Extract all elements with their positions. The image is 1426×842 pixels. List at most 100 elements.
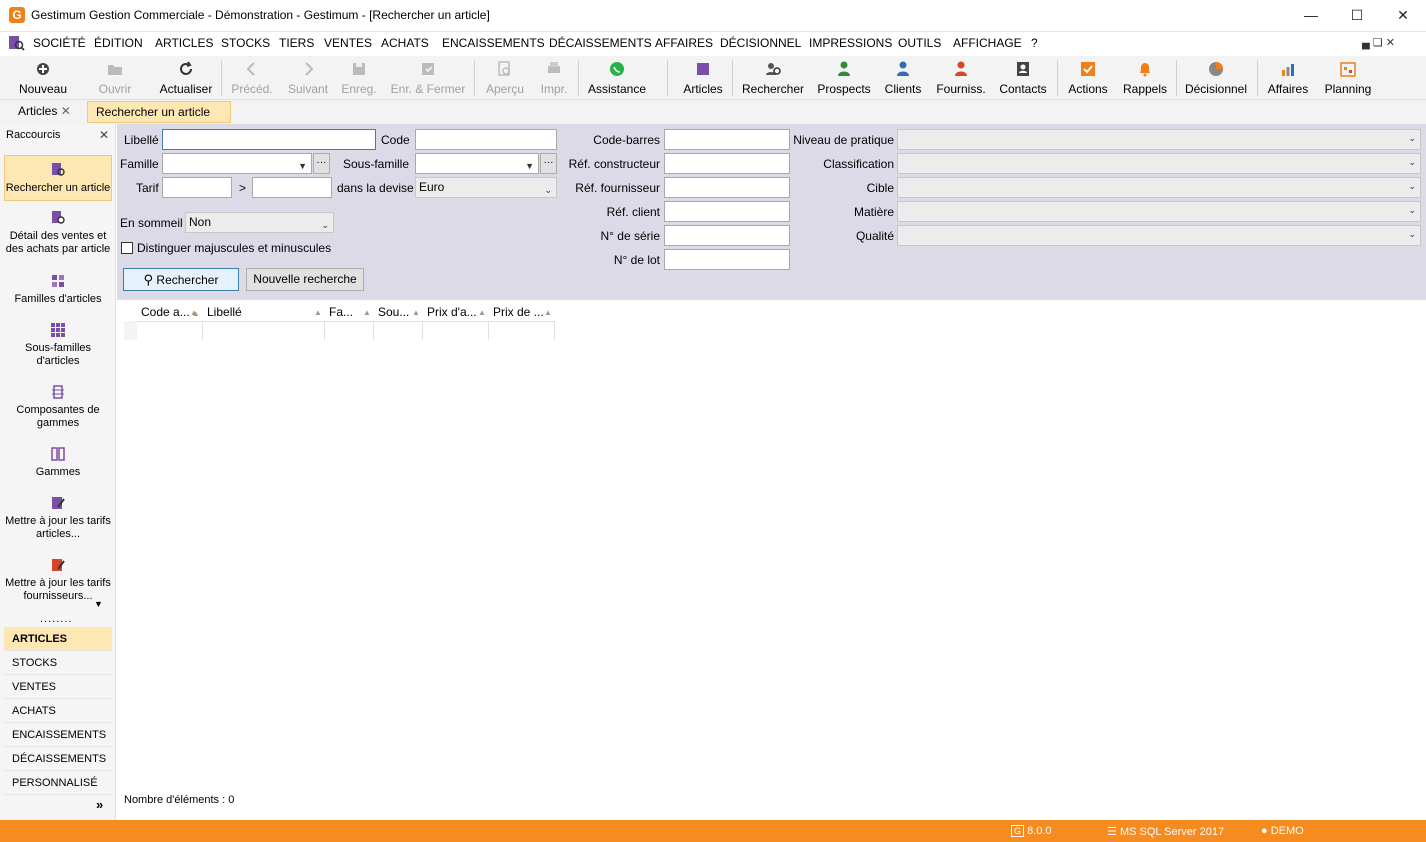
tarif-max-input[interactable]: [252, 177, 332, 198]
menu-help[interactable]: ?: [1031, 36, 1038, 50]
menu-encaissements[interactable]: ENCAISSEMENTS: [442, 36, 545, 50]
menu-achats[interactable]: ACHATS: [381, 36, 429, 50]
menu-edition[interactable]: ÉDITION: [94, 36, 143, 50]
libelle-input[interactable]: [162, 129, 376, 150]
cible-select[interactable]: ⌄: [897, 177, 1421, 198]
window-title: Gestimum Gestion Commerciale - Démonstra…: [31, 8, 490, 22]
tarif-min-input[interactable]: [162, 177, 232, 198]
nav-personnalise[interactable]: PERSONNALISÉ: [4, 771, 112, 795]
tarif-label: Tarif: [136, 181, 159, 195]
planning-button[interactable]: Planning: [1320, 58, 1376, 98]
fournisseurs-button[interactable]: Fourniss.: [934, 58, 988, 98]
enregistrer-button[interactable]: Enreg.: [338, 58, 380, 98]
articles-button[interactable]: Articles: [680, 58, 726, 98]
num-serie-input[interactable]: [664, 225, 790, 246]
menu-tiers[interactable]: TIERS: [279, 36, 314, 50]
supplier-person-icon: [955, 61, 967, 76]
shortcut-maj-tarifs-fournisseurs[interactable]: Mettre à jour les tarifs fournisseurs...: [4, 557, 112, 603]
clients-button[interactable]: Clients: [880, 58, 926, 98]
nav-decaissements[interactable]: DÉCAISSEMENTS: [4, 747, 112, 771]
tab-articles[interactable]: Articles ✕: [10, 101, 84, 123]
rappels-button[interactable]: Rappels: [1120, 58, 1170, 98]
menu-decaissements[interactable]: DÉCAISSEMENTS: [549, 36, 652, 50]
scroll-down-icon[interactable]: ▼: [94, 599, 103, 609]
niveau-pratique-select[interactable]: ⌄: [897, 129, 1421, 150]
imprimer-button[interactable]: Impr.: [534, 58, 574, 98]
filter-row[interactable]: [124, 321, 555, 340]
maximize-button[interactable]: ☐: [1334, 0, 1380, 32]
code-input[interactable]: [415, 129, 557, 150]
ref-fournisseur-input[interactable]: [664, 177, 790, 198]
num-lot-input[interactable]: [664, 249, 790, 270]
nav-ventes[interactable]: VENTES: [4, 675, 112, 699]
affaires-button[interactable]: Affaires: [1264, 58, 1312, 98]
enregistrer-fermer-button[interactable]: Enr. & Fermer: [388, 58, 468, 98]
nav-stocks[interactable]: STOCKS: [4, 651, 112, 675]
chevron-down-icon: ▼: [525, 161, 534, 171]
ouvrir-button[interactable]: Ouvrir: [90, 58, 140, 98]
column-header-libelle[interactable]: Libellé: [203, 303, 325, 321]
nav-achats[interactable]: ACHATS: [4, 699, 112, 723]
menu-impressions[interactable]: IMPRESSIONS: [809, 36, 892, 50]
assistance-button[interactable]: Assistance: [584, 58, 650, 98]
contacts-button[interactable]: Contacts: [996, 58, 1050, 98]
menu-affichage[interactable]: AFFICHAGE: [953, 36, 1022, 50]
close-icon[interactable]: ✕: [99, 128, 109, 142]
menu-outils[interactable]: OUTILS: [898, 36, 941, 50]
suivant-button[interactable]: Suivant: [284, 58, 332, 98]
chevron-down-icon: ▼: [298, 161, 307, 171]
nouvelle-recherche-button[interactable]: Nouvelle recherche: [246, 268, 364, 291]
distinguer-checkbox[interactable]: [121, 242, 133, 254]
shortcut-detail-ventes-achats[interactable]: Détail des ventes et des achats par arti…: [4, 210, 112, 256]
splitter-dots[interactable]: ........: [40, 613, 72, 625]
results-grid[interactable]: [120, 300, 1418, 812]
shortcut-composantes-gammes[interactable]: Composantes de gammes: [4, 384, 112, 430]
actualiser-button[interactable]: Actualiser: [156, 58, 216, 98]
client-person-icon: [897, 61, 909, 76]
actions-button[interactable]: Actions: [1064, 58, 1112, 98]
qualite-select[interactable]: ⌄: [897, 225, 1421, 246]
mdi-controls[interactable]: ▄ ❏ ✕: [1362, 36, 1395, 49]
classification-select[interactable]: ⌄: [897, 153, 1421, 174]
ref-client-input[interactable]: [664, 201, 790, 222]
nav-articles[interactable]: ARTICLES: [4, 627, 112, 651]
menu-societe[interactable]: SOCIÉTÉ: [33, 36, 86, 50]
apercu-button[interactable]: Aperçu: [482, 58, 528, 98]
close-tab-icon[interactable]: ✕: [61, 104, 71, 118]
expand-more-icon[interactable]: »: [96, 797, 103, 812]
prospects-button[interactable]: Prospects: [814, 58, 874, 98]
shortcut-rechercher-article[interactable]: Rechercher un article: [4, 155, 112, 201]
en-sommeil-select[interactable]: Non ⌄: [185, 212, 334, 233]
nouveau-button[interactable]: Nouveau: [12, 58, 74, 98]
rechercher-toolbar-button[interactable]: Rechercher: [740, 58, 806, 98]
folder-icon: [108, 65, 122, 75]
menu-stocks[interactable]: STOCKS: [221, 36, 270, 50]
rechercher-button[interactable]: ⚲ Rechercher: [123, 268, 239, 291]
precedent-button[interactable]: Précéd.: [228, 58, 276, 98]
shortcut-sous-familles[interactable]: Sous-familles d'articles: [4, 322, 112, 368]
famille-combo[interactable]: ▼: [162, 153, 312, 174]
decisionnel-button[interactable]: Décisionnel: [1182, 58, 1250, 98]
menu-affaires[interactable]: AFFAIRES: [655, 36, 713, 50]
shortcut-maj-tarifs-articles[interactable]: Mettre à jour les tarifs articles...: [4, 495, 112, 541]
minimize-button[interactable]: —: [1288, 0, 1334, 32]
menu-articles[interactable]: ARTICLES: [155, 36, 213, 50]
menu-ventes[interactable]: VENTES: [324, 36, 372, 50]
tab-rechercher-article[interactable]: Rechercher un article ✕: [87, 101, 231, 139]
shortcut-gammes[interactable]: Gammes: [4, 446, 112, 479]
nav-encaissements[interactable]: ENCAISSEMENTS: [4, 723, 112, 747]
chevron-right-icon: [305, 62, 314, 76]
sous-famille-combo[interactable]: ▼: [415, 153, 539, 174]
chevron-down-icon: ⌄: [1408, 205, 1416, 215]
code-barres-input[interactable]: [664, 129, 790, 150]
code-barres-label: Code-barres: [593, 133, 660, 147]
shortcut-familles-articles[interactable]: Familles d'articles: [4, 273, 112, 306]
columns-icon: [51, 447, 65, 461]
famille-browse-button[interactable]: ···: [313, 153, 330, 174]
famille-label: Famille: [120, 157, 159, 171]
menu-decisionnel[interactable]: DÉCISIONNEL: [720, 36, 801, 50]
ref-constructeur-input[interactable]: [664, 153, 790, 174]
devise-select[interactable]: Euro ⌄: [415, 177, 557, 198]
close-button[interactable]: ✕: [1380, 0, 1426, 32]
matiere-select[interactable]: ⌄: [897, 201, 1421, 222]
